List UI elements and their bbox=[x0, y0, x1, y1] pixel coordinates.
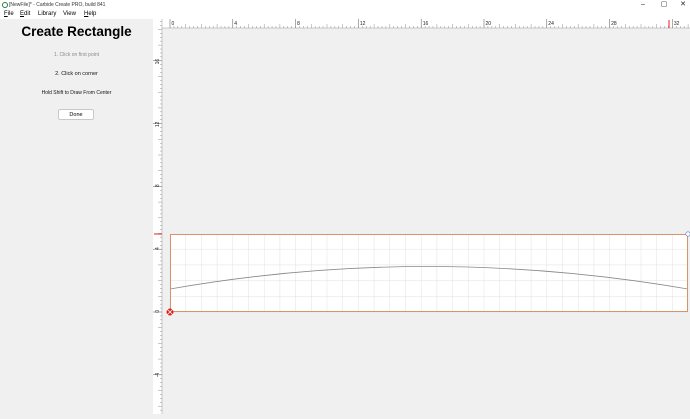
menu-file[interactable]: File bbox=[4, 10, 14, 19]
menu-bar: File Edit Library View Help bbox=[0, 10, 690, 19]
done-button[interactable]: Done bbox=[58, 109, 94, 120]
ruler-label-x: 20 bbox=[486, 21, 492, 27]
carbide-logo-icon bbox=[2, 2, 8, 8]
vertical-ruler bbox=[153, 19, 162, 414]
menu-edit[interactable]: Edit bbox=[20, 10, 30, 19]
step-2-instruction: 2. Click on corner bbox=[55, 71, 98, 77]
shift-hint: Hold Shift to Draw From Center bbox=[41, 90, 112, 96]
corner-handle-icon[interactable] bbox=[685, 231, 690, 237]
ruler-label-x: 24 bbox=[548, 21, 554, 27]
origin-marker-icon bbox=[166, 308, 174, 316]
step-1-instruction: 1. Click on first point bbox=[53, 52, 100, 58]
title-bar: [NewFile]* - Carbide Create PRO, build 8… bbox=[0, 0, 690, 10]
menu-help[interactable]: Help bbox=[84, 10, 96, 19]
ruler-label-y: 12 bbox=[155, 121, 161, 127]
menu-view[interactable]: View bbox=[63, 10, 76, 19]
window-title: [NewFile]* - Carbide Create PRO, build 8… bbox=[9, 2, 106, 8]
ruler-label-y: 4 bbox=[155, 247, 161, 250]
ruler-label-x: 32 bbox=[674, 21, 680, 27]
ruler-label-y: 8 bbox=[155, 184, 161, 187]
stock-grid bbox=[169, 234, 688, 313]
tool-panel: Create Rectangle 1. Click on first point… bbox=[0, 19, 153, 414]
maximize-button[interactable]: ▢ bbox=[657, 0, 671, 10]
ruler-label-y: -4 bbox=[155, 373, 161, 378]
ruler-label-x: 16 bbox=[423, 21, 429, 27]
ruler-label-y: 0 bbox=[155, 310, 161, 313]
design-canvas[interactable]: 0 4 8 12 16 20 24 28 32 16 12 8 4 0 -4 bbox=[153, 19, 690, 414]
canvas-background[interactable] bbox=[153, 19, 690, 414]
ruler-label-x: 28 bbox=[611, 21, 617, 27]
panel-title: Create Rectangle bbox=[21, 24, 132, 39]
ruler-label-x: 12 bbox=[360, 21, 366, 27]
minimize-button[interactable]: – bbox=[636, 0, 650, 10]
ruler-label-y: 16 bbox=[155, 59, 161, 65]
menu-library[interactable]: Library bbox=[38, 10, 56, 19]
close-button[interactable]: ✕ bbox=[676, 0, 690, 10]
